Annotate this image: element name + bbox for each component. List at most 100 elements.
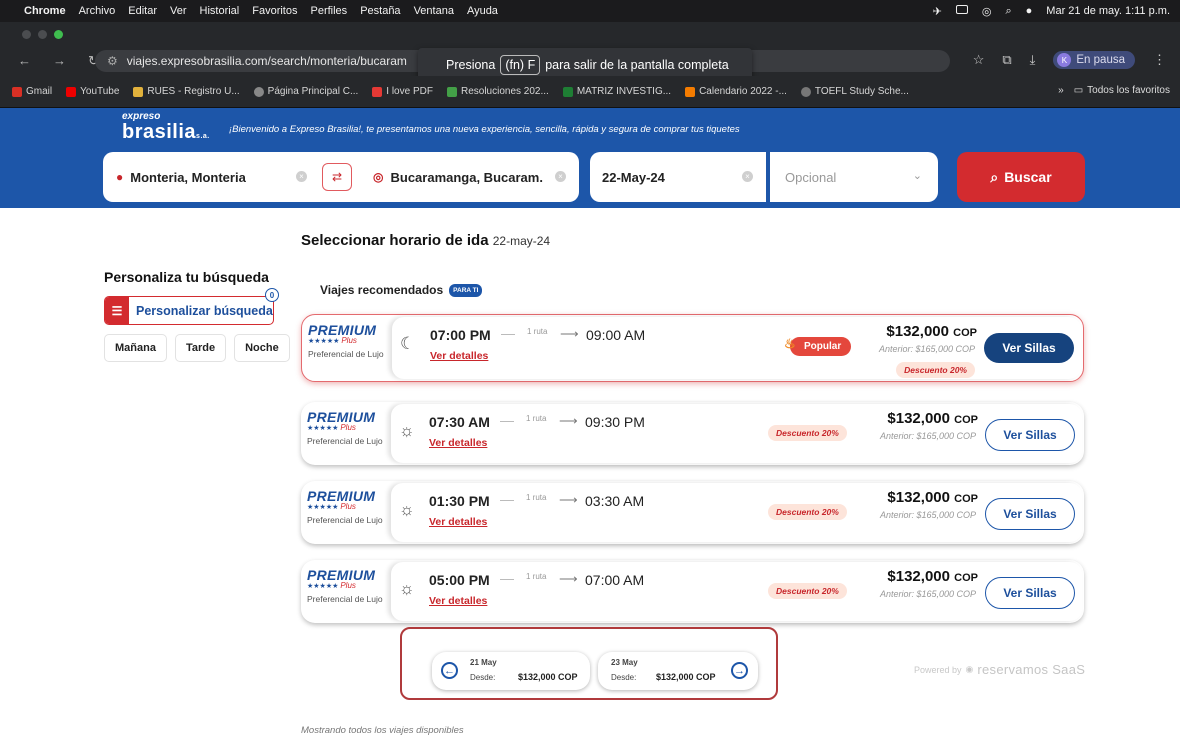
menu-app[interactable]: Chrome: [24, 5, 66, 17]
bookmark-youtube[interactable]: YouTube: [66, 86, 119, 97]
bookmark-gmail[interactable]: Gmail: [12, 86, 52, 97]
next-day-price: $132,000 COP: [656, 672, 716, 682]
trip-card[interactable]: PREMIUM ★★★★★ Plus Preferencial de Lujo …: [301, 560, 1084, 623]
details-link[interactable]: Ver detalles: [429, 516, 487, 528]
next-day-button[interactable]: 23 May Desde: $132,000 COP →: [598, 652, 758, 690]
forward-icon[interactable]: →: [53, 53, 66, 69]
brand-plus: Plus: [340, 423, 356, 432]
fs-text-pre: Presiona: [446, 58, 496, 72]
bookmark-resoluciones[interactable]: Resoluciones 202...: [446, 86, 549, 97]
chip-manana[interactable]: Mañana: [104, 334, 167, 362]
clock[interactable]: Mar 21 de may. 1:11 p.m.: [1046, 5, 1170, 17]
title-date: 22-may-24: [492, 234, 551, 248]
trip-details-panel: [391, 404, 1082, 463]
menu-archivo[interactable]: Archivo: [79, 5, 116, 17]
bluetooth-icon[interactable]: ✈: [933, 5, 942, 18]
discount-badge: Descuento 20%: [768, 425, 847, 441]
chip-tarde[interactable]: Tarde: [174, 334, 227, 362]
clear-date-icon[interactable]: ×: [742, 171, 753, 182]
previous-price: Anterior: $165,000 COP: [878, 344, 975, 354]
download-icon[interactable]: ⤓: [1030, 52, 1036, 68]
menu-editar[interactable]: Editar: [128, 5, 157, 17]
route-count: 1 ruta: [527, 327, 548, 336]
fullscreen-window-icon[interactable]: [54, 30, 63, 39]
trip-card[interactable]: PREMIUM ★★★★★ Plus Preferencial de Lujo …: [301, 314, 1084, 382]
view-seats-button[interactable]: Ver Sillas: [984, 333, 1074, 363]
results-footer: Mostrando todos los viajes disponibles: [301, 725, 464, 736]
battery-icon[interactable]: [955, 5, 968, 17]
previous-price: Anterior: $165,000 COP: [879, 510, 976, 520]
menu-ver[interactable]: Ver: [170, 5, 187, 17]
extensions-icon[interactable]: ⧉: [1002, 52, 1011, 68]
all-favorites[interactable]: ▭ Todos los favoritos: [1074, 85, 1170, 96]
back-icon[interactable]: ←: [18, 53, 31, 69]
price-currency: COP: [953, 327, 977, 339]
brand-logo[interactable]: expreso brasilias.a.: [122, 112, 210, 143]
price-currency: COP: [954, 572, 978, 584]
departure-date-field[interactable]: 22-May-24 ×: [590, 152, 766, 202]
previous-day-button[interactable]: ← 21 May Desde: $132,000 COP: [432, 652, 590, 690]
trip-card[interactable]: PREMIUM ★★★★★ Plus Preferencial de Lujo …: [301, 402, 1084, 465]
bookmark-ilovepdf[interactable]: I love PDF: [372, 86, 433, 97]
swap-route-button[interactable]: ⇄: [322, 163, 352, 191]
prev-day-from: Desde:: [470, 673, 496, 682]
premium-plus-logo: PREMIUM ★★★★★ Plus Preferencial de Lujo: [308, 323, 394, 359]
premium-plus-logo: PREMIUM ★★★★★ Plus Preferencial de Lujo: [307, 568, 393, 604]
chip-noche[interactable]: Noche: [234, 334, 290, 362]
trip-card[interactable]: PREMIUM ★★★★★ Plus Preferencial de Lujo …: [301, 481, 1084, 544]
bookmark-toefl[interactable]: TOEFL Study Sche...: [800, 86, 909, 97]
view-seats-button[interactable]: Ver Sillas: [985, 419, 1075, 451]
bookmark-matriz[interactable]: MATRIZ INVESTIG...: [562, 86, 671, 97]
previous-price: Anterior: $165,000 COP: [879, 431, 976, 441]
arrow-right-circle-icon: →: [731, 662, 748, 679]
wifi-icon[interactable]: ◎: [982, 5, 992, 18]
menu-ventana[interactable]: Ventana: [414, 5, 454, 17]
view-seats-button[interactable]: Ver Sillas: [985, 498, 1075, 530]
spotlight-icon[interactable]: ⌕: [1005, 5, 1011, 18]
personalize-search-button[interactable]: ☰ Personalizar búsqueda: [104, 296, 274, 325]
bookmark-calendario[interactable]: Calendario 2022 -...: [685, 86, 787, 97]
fire-icon: ♨: [784, 336, 796, 351]
service-class: Preferencial de Lujo: [308, 349, 384, 359]
details-link[interactable]: Ver detalles: [429, 595, 487, 607]
page-title: Seleccionar horario de ida 22-may-24: [301, 232, 550, 249]
view-seats-button[interactable]: Ver Sillas: [985, 577, 1075, 609]
return-date-field[interactable]: Opcional ⌄: [770, 152, 938, 202]
departure-time: 07:00 PM: [430, 327, 491, 343]
site-settings-icon[interactable]: ⚙: [107, 54, 118, 68]
date-value-wrap: 22-May-24: [602, 152, 665, 202]
price-currency: COP: [954, 414, 978, 426]
menu-perfiles[interactable]: Perfiles: [311, 5, 348, 17]
destination-field[interactable]: ◎ Bucaramanga, Bucaram.: [373, 152, 543, 202]
clear-destination-icon[interactable]: ×: [555, 171, 566, 182]
location-pin-icon: ●: [116, 170, 124, 184]
search-button[interactable]: ⌕ Buscar: [957, 152, 1085, 202]
minimize-window-icon[interactable]: [38, 30, 47, 39]
menu-historial[interactable]: Historial: [200, 5, 240, 17]
more-menu-icon[interactable]: ⋮: [1153, 52, 1166, 68]
next-day-from: Desde:: [611, 673, 637, 682]
prev-day-date: 21 May: [470, 658, 497, 667]
rues-icon: [133, 86, 144, 97]
close-window-icon[interactable]: [22, 30, 31, 39]
origin-value: Monteria, Monteria: [130, 169, 246, 185]
details-link[interactable]: Ver detalles: [429, 437, 487, 449]
siri-icon[interactable]: ●: [1026, 5, 1033, 17]
origin-field[interactable]: ● Monteria, Monteria: [116, 152, 246, 202]
search-button-label: Buscar: [1004, 169, 1052, 185]
sun-icon: ☼: [399, 500, 415, 519]
profile-button[interactable]: K En pausa: [1053, 51, 1135, 69]
bookmark-rues[interactable]: RUES - Registro U...: [133, 86, 240, 97]
menu-pestana[interactable]: Pestaña: [360, 5, 400, 17]
bookmark-star-icon[interactable]: ☆: [973, 52, 985, 68]
clear-origin-icon[interactable]: ×: [296, 171, 307, 182]
logo-suffix: s.a.: [196, 133, 210, 140]
bookmark-principal[interactable]: Página Principal C...: [253, 86, 358, 97]
more-bookmarks-icon[interactable]: »: [1058, 85, 1064, 96]
previous-price: Anterior: $165,000 COP: [879, 589, 976, 599]
price-currency: COP: [954, 493, 978, 505]
details-link[interactable]: Ver detalles: [430, 350, 488, 362]
menu-favoritos[interactable]: Favoritos: [252, 5, 297, 17]
menu-ayuda[interactable]: Ayuda: [467, 5, 498, 17]
brand-stars: ★★★★★ Plus: [307, 581, 356, 591]
